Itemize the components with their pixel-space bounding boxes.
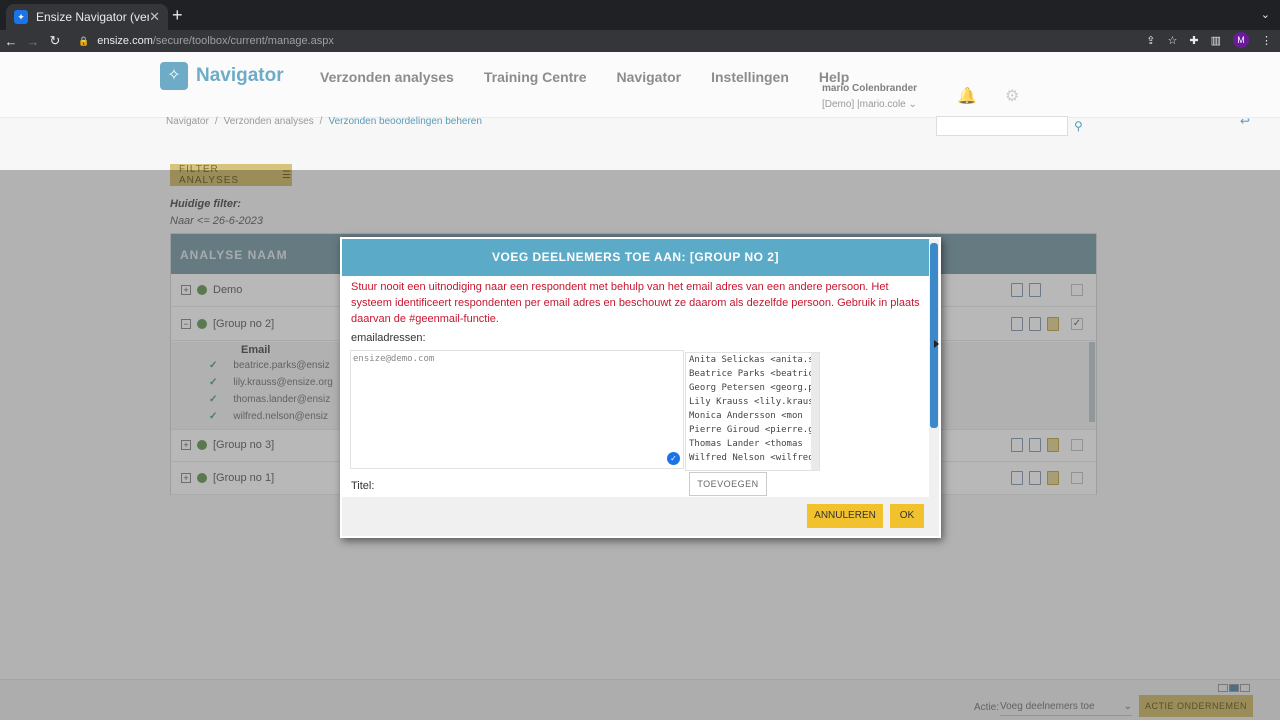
warning-text: Stuur nooit een uitnodiging naar een res… (351, 281, 920, 325)
reload-icon[interactable]: ↻ (44, 33, 66, 49)
title-label: Titel: (351, 480, 375, 492)
site-header: ✧ Navigator Verzonden analyses Training … (0, 52, 1280, 118)
compass-icon: ✦ (14, 10, 28, 24)
share-icon[interactable]: ⇪ (1146, 34, 1155, 47)
profile-avatar[interactable]: M (1233, 32, 1249, 48)
list-item[interactable]: Monica Andersson <mon (686, 409, 812, 423)
url-host: ensize.com (97, 35, 153, 47)
mouse-cursor (934, 340, 939, 348)
address-bar: ← → ↻ 🔒 ensize.com/secure/toolbox/curren… (0, 30, 1280, 52)
email-label: emailadressen: (351, 332, 426, 344)
contacts-list[interactable]: Anita Selickas <anita.seli Beatrice Park… (685, 352, 820, 471)
url-field[interactable]: 🔒 ensize.com/secure/toolbox/current/mana… (78, 31, 1158, 51)
breadcrumb-current: Verzonden beoordelingen beheren (328, 116, 482, 127)
lock-icon: 🔒 (78, 35, 90, 46)
dialog-scrollbar[interactable] (929, 239, 939, 536)
add-participants-dialog: VOEG DEELNEMERS TOE AAN: [GROUP NO 2] St… (340, 237, 941, 538)
breadcrumb: Navigator / Verzonden analyses / Verzonden b… (166, 116, 482, 127)
scrollbar-thumb[interactable] (930, 243, 938, 428)
tab-title: Ensize Navigator (ver 1.0) (36, 10, 150, 24)
new-tab-icon[interactable]: + (172, 6, 183, 24)
cancel-button[interactable]: ANNULEREN (807, 504, 883, 528)
sidepanel-icon[interactable]: ▥ (1211, 34, 1221, 47)
breadcrumb-item[interactable]: Verzonden analyses (224, 116, 314, 127)
star-icon[interactable]: ☆ (1168, 34, 1178, 47)
check-icon: ✓ (667, 452, 680, 465)
browser-tab[interactable]: ✦ Ensize Navigator (ver 1.0) ✕ (6, 4, 168, 30)
list-item[interactable]: Lily Krauss <lily.krauss@ (686, 395, 812, 409)
browser-tabstrip: ✦ Ensize Navigator (ver 1.0) ✕ + ⌄ (0, 0, 1280, 30)
list-item[interactable]: Beatrice Parks <beatrice. (686, 367, 812, 381)
list-item[interactable]: Pierre Giroud <pierre.gir (686, 423, 812, 437)
return-icon[interactable]: ↩ (1240, 114, 1250, 128)
close-icon[interactable]: ✕ (149, 9, 160, 25)
forward-arrow-icon[interactable]: → (22, 34, 44, 49)
list-item[interactable]: Wilfred Nelson <wilfred. (686, 451, 812, 465)
ok-button[interactable]: OK (890, 504, 924, 528)
url-path: /secure/toolbox/current/manage.aspx (152, 35, 334, 47)
add-button[interactable]: TOEVOEGEN (689, 472, 767, 496)
chevron-down-icon[interactable]: ⌄ (1261, 8, 1270, 21)
modal-backdrop-header (0, 52, 1280, 118)
extensions-icon[interactable]: ✚ (1189, 34, 1198, 47)
list-scrollbar[interactable] (811, 353, 819, 470)
list-item[interactable]: Thomas Lander <thomas (686, 437, 812, 451)
menu-dots-icon[interactable]: ⋮ (1261, 34, 1272, 47)
list-item[interactable]: Georg Petersen <georg.p (686, 381, 812, 395)
back-arrow-icon[interactable]: ← (0, 34, 22, 49)
browser-toolbar-icons: ⇪ ☆ ✚ ▥ M ⋮ (1146, 32, 1272, 48)
search-icon[interactable]: ⚲ (1074, 119, 1083, 133)
list-item[interactable]: Anita Selickas <anita.seli (686, 353, 812, 367)
search-input[interactable] (936, 116, 1068, 136)
email-addresses-input[interactable] (350, 350, 684, 469)
dialog-title: VOEG DEELNEMERS TOE AAN: [GROUP NO 2] (342, 239, 929, 276)
breadcrumb-item[interactable]: Navigator (166, 116, 209, 127)
